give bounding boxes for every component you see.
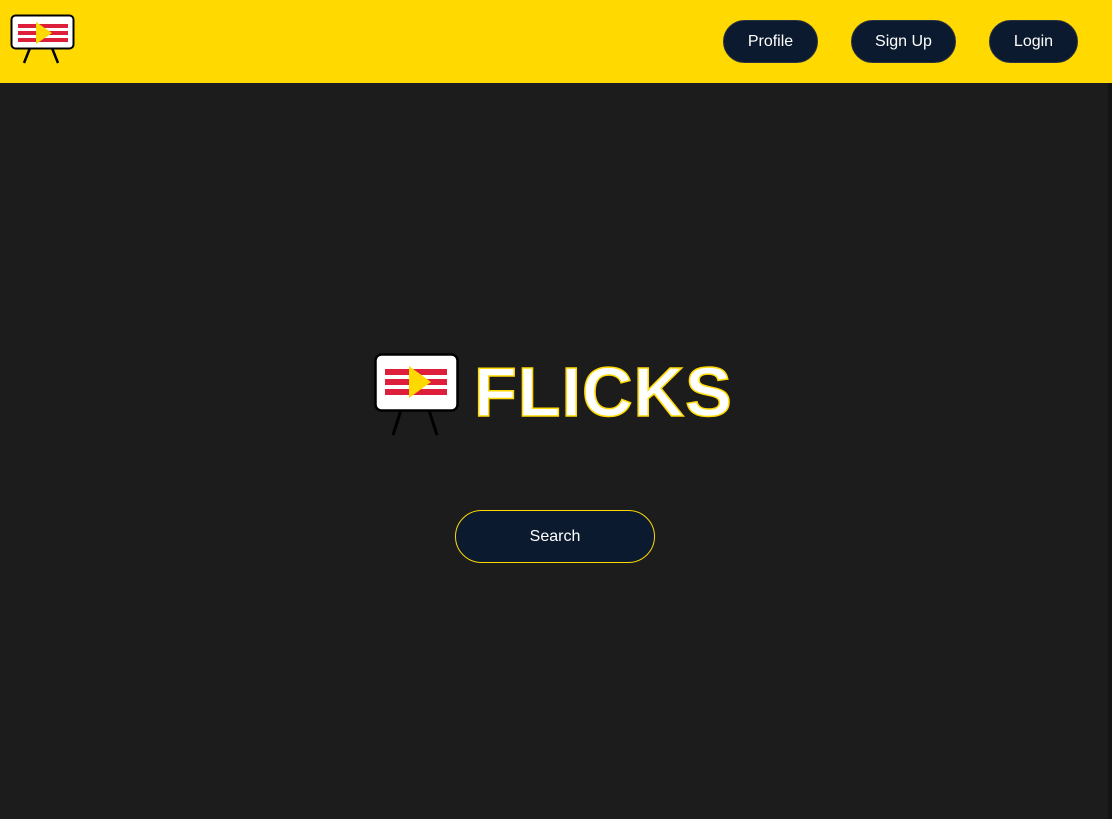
flicks-hero-logo-icon [373,352,461,438]
search-button[interactable]: Search [455,510,655,563]
flicks-logo-icon[interactable] [10,14,76,66]
profile-button[interactable]: Profile [723,20,818,63]
scrollbar-edge [1108,83,1112,819]
top-navigation-bar: Profile Sign Up Login [0,0,1112,83]
login-button[interactable]: Login [989,20,1078,63]
page-title: FLICKS [473,352,733,432]
sign-up-button[interactable]: Sign Up [851,20,956,63]
